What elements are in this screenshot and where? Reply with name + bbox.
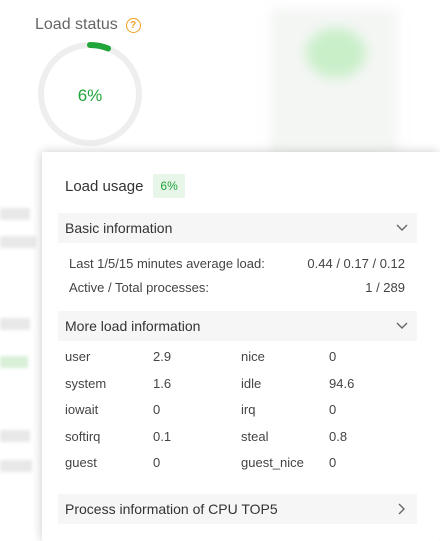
- metric-value: 1.6: [153, 375, 172, 391]
- basic-information-label: Basic information: [65, 220, 173, 236]
- chevron-down-icon[interactable]: [387, 322, 417, 330]
- load-usage-popover: Load usage 6% Basic information Last 1/5…: [42, 152, 440, 541]
- chevron-right-icon[interactable]: [387, 503, 417, 515]
- popover-title: Load usage: [65, 177, 144, 195]
- process-top5-label: Process information of CPU TOP5: [65, 501, 278, 517]
- bg-strip: [0, 356, 28, 368]
- bg-strip: [0, 430, 30, 442]
- metric-value: 2.9: [153, 349, 172, 364]
- more-load-information-section[interactable]: More load information: [58, 311, 417, 341]
- gauge-percent: 6%: [77, 86, 103, 105]
- metric-name: softirq: [65, 428, 101, 444]
- load-status-label: Load status: [35, 16, 118, 33]
- metric-value: 0: [153, 455, 161, 470]
- bg-strip: [0, 208, 30, 220]
- chevron-down-icon[interactable]: [387, 224, 417, 232]
- metric-value: 0: [153, 402, 161, 417]
- blurred-chart-card: [270, 8, 398, 158]
- metric-name: guest_nice: [241, 455, 304, 470]
- metric-value: 94.6: [329, 375, 355, 391]
- load-status-title: Load status ?: [35, 16, 141, 34]
- average-load-row: Last 1/5/15 minutes average load: 0.44 /…: [69, 256, 405, 271]
- bg-strip: [0, 236, 36, 248]
- metric-name: iowait: [65, 402, 99, 417]
- processes-value: 1 / 289: [365, 280, 405, 295]
- bg-strip: [0, 460, 32, 472]
- metric-name: user: [65, 349, 91, 364]
- metric-name: idle: [241, 375, 262, 391]
- processes-key: Active / Total processes:: [69, 280, 209, 295]
- metric-name: guest: [65, 455, 97, 470]
- basic-information-section[interactable]: Basic information: [58, 213, 417, 243]
- popover-header: Load usage 6%: [65, 174, 185, 198]
- average-load-key: Last 1/5/15 minutes average load:: [69, 256, 265, 271]
- metric-name: nice: [241, 349, 265, 364]
- metric-value: 0.1: [153, 428, 172, 444]
- metric-name: steal: [241, 428, 269, 444]
- metric-value: 0.8: [329, 428, 348, 444]
- metric-name: irq: [241, 402, 256, 417]
- metric-value: 0: [329, 349, 337, 364]
- load-percent-badge: 6%: [153, 174, 185, 198]
- metric-value: 0: [329, 455, 337, 470]
- metric-name: system: [65, 375, 107, 391]
- processes-row: Active / Total processes: 1 / 289: [69, 280, 405, 295]
- average-load-value: 0.44 / 0.17 / 0.12: [307, 256, 405, 271]
- more-load-information-label: More load information: [65, 318, 201, 334]
- bg-strip: [0, 318, 30, 330]
- question-circle-icon[interactable]: ?: [125, 17, 141, 33]
- metric-value: 0: [329, 402, 337, 417]
- process-top5-section[interactable]: Process information of CPU TOP5: [58, 494, 417, 524]
